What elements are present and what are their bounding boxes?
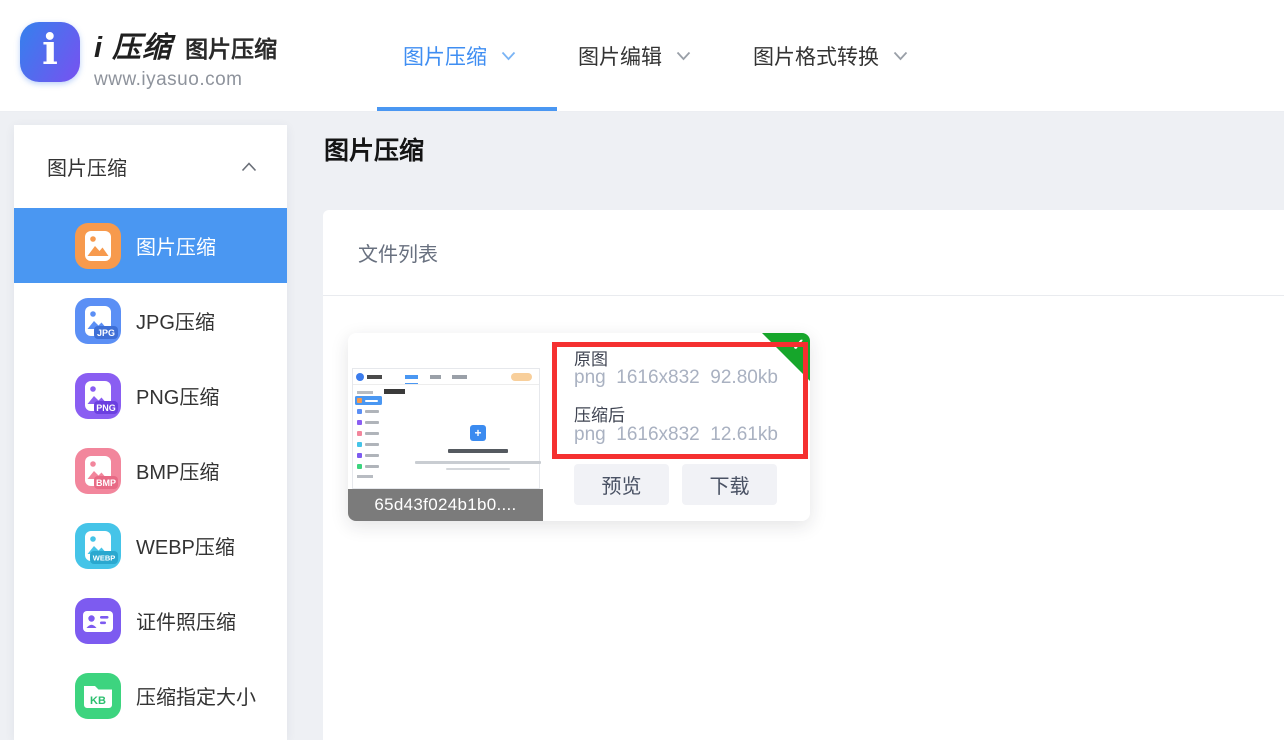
compressed-label: 压缩后 bbox=[574, 401, 625, 426]
panel-title: 文件列表 bbox=[358, 238, 438, 267]
thumb-decoration bbox=[448, 449, 508, 453]
brand-product: 图片压缩 bbox=[185, 30, 277, 64]
thumb-decoration bbox=[357, 442, 362, 447]
thumb-decoration bbox=[430, 375, 441, 379]
logo-letter: i bbox=[42, 29, 58, 71]
sidebar-group-label: 图片压缩 bbox=[47, 152, 127, 181]
thumb-decoration bbox=[357, 464, 362, 469]
sidebar-item-image-compress[interactable]: 图片压缩 bbox=[14, 208, 287, 283]
thumb-decoration bbox=[365, 421, 379, 424]
download-button[interactable]: 下载 bbox=[682, 464, 777, 505]
thumb-decoration bbox=[357, 420, 362, 425]
nav-label: 图片格式转换 bbox=[753, 41, 879, 71]
thumb-decoration bbox=[357, 391, 373, 394]
sidebar-item-label: BMP压缩 bbox=[136, 456, 219, 485]
sidebar-item-label: PNG压缩 bbox=[136, 381, 219, 410]
brand-text: i 压缩 图片压缩 www.iyasuo.com bbox=[94, 22, 277, 91]
thumb-decoration bbox=[511, 373, 532, 381]
sidebar-item-idphoto-compress[interactable]: 证件照压缩 bbox=[14, 583, 287, 658]
thumb-decoration bbox=[384, 389, 405, 394]
thumb-decoration bbox=[405, 375, 418, 379]
sidebar-item-label: 压缩指定大小 bbox=[136, 681, 256, 710]
page-title: 图片压缩 bbox=[324, 131, 424, 167]
sidebar-item-label: 证件照压缩 bbox=[136, 606, 236, 635]
sidebar-item-webp-compress[interactable]: WEBP WEBP压缩 bbox=[14, 508, 287, 583]
card-actions: 预览 下载 bbox=[574, 464, 777, 505]
nav-item-image-edit[interactable]: 图片编辑 bbox=[578, 41, 691, 71]
thumb-decoration bbox=[415, 461, 541, 464]
file-thumbnail[interactable]: + bbox=[352, 368, 540, 489]
thumb-upload-plus-icon: + bbox=[470, 425, 486, 441]
svg-text:KB: KB bbox=[90, 695, 106, 707]
thumb-decoration bbox=[365, 443, 379, 446]
file-name: 65d43f024b1b0.... bbox=[348, 489, 543, 521]
file-card: + 65d43f024b1b0.... 原图 png 1616x832 92.8… bbox=[348, 333, 810, 521]
thumb-decoration bbox=[365, 400, 378, 403]
kb-size-icon: KB bbox=[75, 673, 121, 719]
brand-url: www.iyasuo.com bbox=[94, 69, 277, 91]
nav-label: 图片压缩 bbox=[403, 41, 487, 71]
svg-text:BMP: BMP bbox=[96, 478, 116, 488]
idphoto-compress-icon bbox=[75, 598, 121, 644]
sidebar-item-label: 图片压缩 bbox=[136, 231, 216, 260]
compressed-info: png 1616x832 12.61kb bbox=[574, 424, 778, 446]
thumb-decoration bbox=[357, 453, 362, 458]
sidebar-item-label: WEBP压缩 bbox=[136, 531, 235, 560]
image-compress-icon bbox=[75, 223, 121, 269]
sidebar-item-jpg-compress[interactable]: JPG JPG压缩 bbox=[14, 283, 287, 358]
preview-button[interactable]: 预览 bbox=[574, 464, 669, 505]
active-tab-underline bbox=[377, 107, 557, 111]
thumb-decoration bbox=[357, 409, 362, 414]
thumb-decoration bbox=[365, 432, 379, 435]
header: i i 压缩 图片压缩 www.iyasuo.com 图片压缩 图片编辑 图片格… bbox=[0, 0, 1284, 112]
sidebar-item-label: JPG压缩 bbox=[136, 306, 215, 335]
thumb-decoration bbox=[365, 454, 379, 457]
svg-text:JPG: JPG bbox=[97, 328, 115, 338]
jpg-compress-icon: JPG bbox=[75, 298, 121, 344]
svg-text:WEBP: WEBP bbox=[93, 553, 116, 562]
sidebar-item-png-compress[interactable]: PNG PNG压缩 bbox=[14, 358, 287, 433]
main-nav: 图片压缩 图片编辑 图片格式转换 bbox=[403, 0, 908, 111]
brand-logo-icon: i bbox=[20, 22, 80, 82]
nav-item-image-compress[interactable]: 图片压缩 bbox=[403, 41, 516, 71]
brand-name: i 压缩 bbox=[94, 24, 172, 66]
chevron-down-icon bbox=[501, 51, 516, 61]
nav-label: 图片编辑 bbox=[578, 41, 662, 71]
chevron-down-icon bbox=[676, 51, 691, 61]
checkmark-icon: ✓ bbox=[792, 335, 805, 355]
sidebar-item-bmp-compress[interactable]: BMP BMP压缩 bbox=[14, 433, 287, 508]
thumb-decoration bbox=[367, 375, 382, 379]
webp-compress-icon: WEBP bbox=[75, 523, 121, 569]
nav-item-format-convert[interactable]: 图片格式转换 bbox=[753, 41, 908, 71]
thumb-decoration bbox=[405, 383, 418, 385]
svg-text:PNG: PNG bbox=[96, 403, 116, 413]
sidebar-item-compress-to-size[interactable]: KB 压缩指定大小 bbox=[14, 658, 287, 733]
thumb-decoration bbox=[357, 431, 362, 436]
chevron-up-icon bbox=[241, 162, 257, 172]
app: i i 压缩 图片压缩 www.iyasuo.com 图片压缩 图片编辑 图片格… bbox=[0, 0, 1284, 740]
original-info: png 1616x832 92.80kb bbox=[574, 367, 778, 389]
sidebar: 图片压缩 图片压缩 JPG JPG压缩 bbox=[14, 125, 287, 740]
sidebar-group-header[interactable]: 图片压缩 bbox=[14, 125, 287, 208]
brand[interactable]: i i 压缩 图片压缩 www.iyasuo.com bbox=[20, 22, 277, 91]
chevron-down-icon bbox=[893, 51, 908, 61]
file-list-panel: 文件列表 bbox=[323, 210, 1284, 740]
thumb-decoration bbox=[356, 373, 364, 381]
panel-header: 文件列表 bbox=[323, 210, 1284, 296]
png-compress-icon: PNG bbox=[75, 373, 121, 419]
bmp-compress-icon: BMP bbox=[75, 448, 121, 494]
thumb-decoration bbox=[357, 398, 362, 403]
thumb-decoration bbox=[357, 475, 373, 478]
thumb-decoration bbox=[365, 465, 379, 468]
thumb-decoration bbox=[446, 468, 510, 470]
thumb-decoration bbox=[452, 375, 467, 379]
thumb-decoration bbox=[365, 410, 379, 413]
